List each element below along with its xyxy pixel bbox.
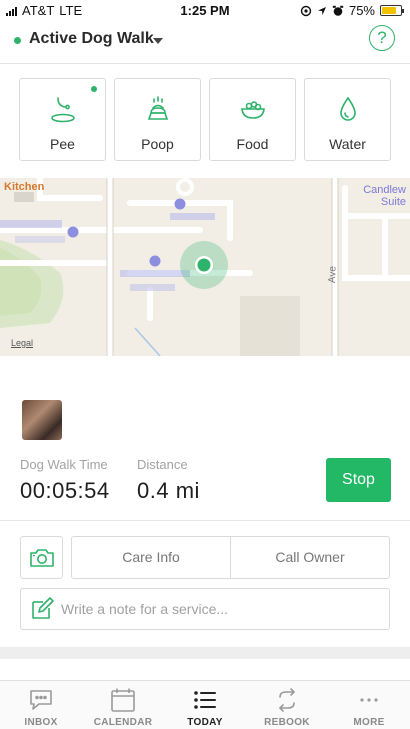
location-arrow-icon xyxy=(317,6,326,15)
tab-more[interactable]: MORE xyxy=(328,681,410,729)
status-bar: AT&T LTE 1:25 PM 75% xyxy=(0,0,410,20)
service-buttons: Pee Poop Food Water xyxy=(19,78,391,161)
map-legal-link[interactable]: Legal xyxy=(11,338,33,348)
calendar-icon xyxy=(82,687,164,713)
pee-label: Pee xyxy=(50,136,75,152)
rebook-icon xyxy=(246,687,328,713)
tab-more-label: MORE xyxy=(353,717,385,728)
tab-bar: INBOX CALENDAR TODAY REBOOK MORE xyxy=(0,680,410,729)
poop-button[interactable]: Poop xyxy=(114,78,201,161)
map-label-suite-line1: Candlew xyxy=(363,184,406,196)
note-field[interactable] xyxy=(20,588,390,630)
alarm-icon xyxy=(332,5,344,16)
water-label: Water xyxy=(329,136,366,152)
section-divider xyxy=(0,520,410,521)
dog-avatar[interactable] xyxy=(22,400,62,440)
camera-button[interactable] xyxy=(20,536,63,579)
more-dots-icon xyxy=(328,687,410,713)
distance-label: Distance xyxy=(137,457,188,472)
pee-button[interactable]: Pee xyxy=(19,78,106,161)
chat-bubble-icon xyxy=(0,687,82,713)
list-icon xyxy=(164,687,246,713)
tab-inbox[interactable]: INBOX xyxy=(0,681,82,729)
pencil-icon xyxy=(32,597,54,619)
tab-rebook[interactable]: REBOOK xyxy=(246,681,328,729)
call-owner-button[interactable]: Call Owner xyxy=(230,537,389,578)
header: Active Dog Walk ? xyxy=(0,22,410,62)
header-divider xyxy=(0,63,410,64)
map-label-suite-line2: Suite xyxy=(380,196,406,208)
pee-active-dot xyxy=(91,86,97,92)
distance-value: 0.4 mi xyxy=(137,478,200,503)
map-label-suite: Candlew Suite xyxy=(363,184,406,208)
map-label-ave: Ave xyxy=(327,265,339,284)
content-bottom-band xyxy=(0,647,410,659)
water-button[interactable]: Water xyxy=(304,78,391,161)
food-label: Food xyxy=(236,136,269,152)
care-info-button[interactable]: Care Info xyxy=(72,537,230,578)
food-bowl-icon xyxy=(210,95,295,125)
tab-calendar-label: CALENDAR xyxy=(93,717,153,728)
tab-calendar[interactable]: CALENDAR xyxy=(82,681,164,729)
battery-percent: 75% xyxy=(348,3,375,18)
note-input[interactable] xyxy=(61,589,381,629)
pee-icon xyxy=(20,95,105,125)
location-lock-icon xyxy=(300,5,312,16)
map-label-kitchen: Kitchen xyxy=(4,181,45,193)
stop-button[interactable]: Stop xyxy=(326,458,391,502)
chevron-down-icon[interactable] xyxy=(153,38,163,44)
water-drop-icon xyxy=(305,95,390,125)
walk-time-label: Dog Walk Time xyxy=(20,457,108,472)
camera-icon xyxy=(29,548,54,567)
walk-time-value: 00:05:54 xyxy=(20,478,110,503)
action-group: Care Info Call Owner xyxy=(71,536,390,579)
food-button[interactable]: Food xyxy=(209,78,296,161)
poop-icon xyxy=(115,95,200,125)
battery-fill xyxy=(382,7,396,14)
tab-today-label: TODAY xyxy=(187,717,223,728)
map-graphic xyxy=(0,178,410,356)
tab-today[interactable]: TODAY xyxy=(164,681,246,729)
tab-inbox-label: INBOX xyxy=(24,717,58,728)
tab-rebook-label: REBOOK xyxy=(264,717,310,728)
status-right: 75% xyxy=(300,3,404,18)
active-status-dot xyxy=(14,37,21,44)
help-button[interactable]: ? xyxy=(369,25,395,51)
page-title[interactable]: Active Dog Walk xyxy=(29,30,154,48)
poop-label: Poop xyxy=(141,136,174,152)
battery-icon xyxy=(380,5,404,16)
map-view[interactable]: Kitchen Candlew Suite Legal Ave xyxy=(0,178,410,356)
